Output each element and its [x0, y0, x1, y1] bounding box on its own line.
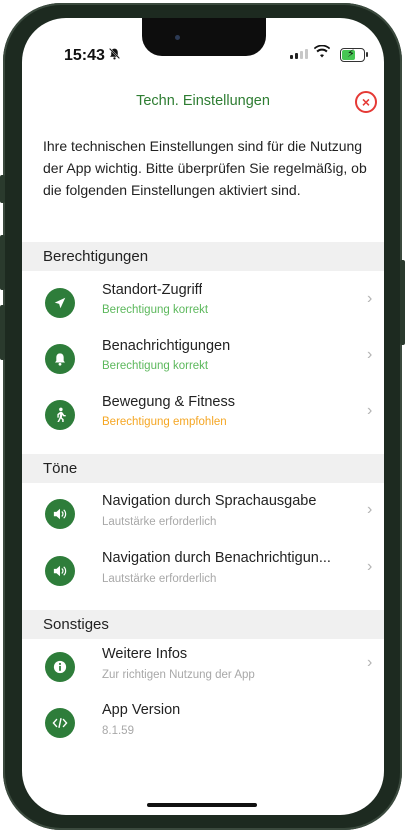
list-item-notification-navigation[interactable]: Navigation durch Benachrichtigun... Laut…	[22, 540, 384, 596]
row-status: Berechtigung empfohlen	[102, 416, 227, 428]
row-title: Navigation durch Sprachausgabe	[102, 493, 317, 509]
row-title: App Version	[102, 702, 181, 718]
row-status: Berechtigung korrekt	[102, 304, 209, 316]
close-button[interactable]: ×	[355, 91, 377, 113]
status-bar: 15:43 ⚡	[22, 18, 384, 78]
phone-volume-up	[0, 235, 5, 290]
chevron-right-icon: ›	[367, 654, 373, 671]
row-title: Weitere Infos	[102, 646, 188, 662]
app-screen: 15:43 ⚡ Techn. Einstellungen × Ihre tech…	[22, 18, 384, 815]
bell-icon	[45, 344, 75, 374]
wifi-icon	[313, 44, 331, 62]
section-header-permissions: Berechtigungen	[22, 242, 384, 271]
page-title: Techn. Einstellungen	[136, 93, 270, 109]
speaker-icon	[45, 499, 75, 529]
chevron-right-icon: ›	[367, 402, 373, 419]
location-arrow-icon	[45, 288, 75, 318]
row-title: Benachrichtigungen	[102, 338, 231, 354]
phone-volume-down	[0, 305, 5, 360]
phone-side-button	[0, 175, 5, 203]
cellular-signal-icon	[290, 49, 308, 59]
row-status: Lautstärke erforderlich	[102, 573, 217, 585]
row-title: Bewegung & Fitness	[102, 394, 235, 410]
bell-slash-icon	[108, 47, 121, 63]
row-status: Berechtigung korrekt	[102, 360, 209, 372]
chevron-right-icon: ›	[367, 558, 373, 575]
home-indicator[interactable]	[147, 803, 257, 807]
battery-charging-icon: ⚡	[340, 48, 368, 62]
section-header-sounds: Töne	[22, 454, 384, 483]
chevron-right-icon: ›	[367, 501, 373, 518]
list-item-motion-fitness[interactable]: Bewegung & Fitness Berechtigung empfohle…	[22, 386, 384, 442]
row-status: Zur richtigen Nutzung der App	[102, 669, 255, 681]
row-title: Standort-Zugriff	[102, 282, 203, 298]
intro-text: Ihre technischen Einstellungen sind für …	[43, 138, 367, 198]
app-version-number: 8.1.59	[102, 725, 134, 737]
speaker-icon	[45, 556, 75, 586]
list-item-app-version: App Version 8.1.59	[22, 696, 384, 752]
info-icon	[45, 652, 75, 682]
row-status: Lautstärke erforderlich	[102, 516, 217, 528]
walking-person-icon	[45, 400, 75, 430]
chevron-right-icon: ›	[367, 346, 373, 363]
app-header: Techn. Einstellungen ×	[22, 88, 384, 118]
section-header-other: Sonstiges	[22, 610, 384, 639]
chevron-right-icon: ›	[367, 290, 373, 307]
list-item-more-info[interactable]: Weitere Infos Zur richtigen Nutzung der …	[22, 640, 384, 696]
row-title: Navigation durch Benachrichtigun...	[102, 550, 331, 566]
close-icon: ×	[361, 94, 371, 110]
list-item-location-access[interactable]: Standort-Zugriff Berechtigung korrekt ›	[22, 274, 384, 330]
list-item-voice-navigation[interactable]: Navigation durch Sprachausgabe Lautstärk…	[22, 483, 384, 539]
list-item-notifications[interactable]: Benachrichtigungen Berechtigung korrekt …	[22, 330, 384, 386]
phone-power-button	[400, 260, 405, 345]
code-icon	[45, 708, 75, 738]
status-time: 15:43	[64, 47, 105, 64]
